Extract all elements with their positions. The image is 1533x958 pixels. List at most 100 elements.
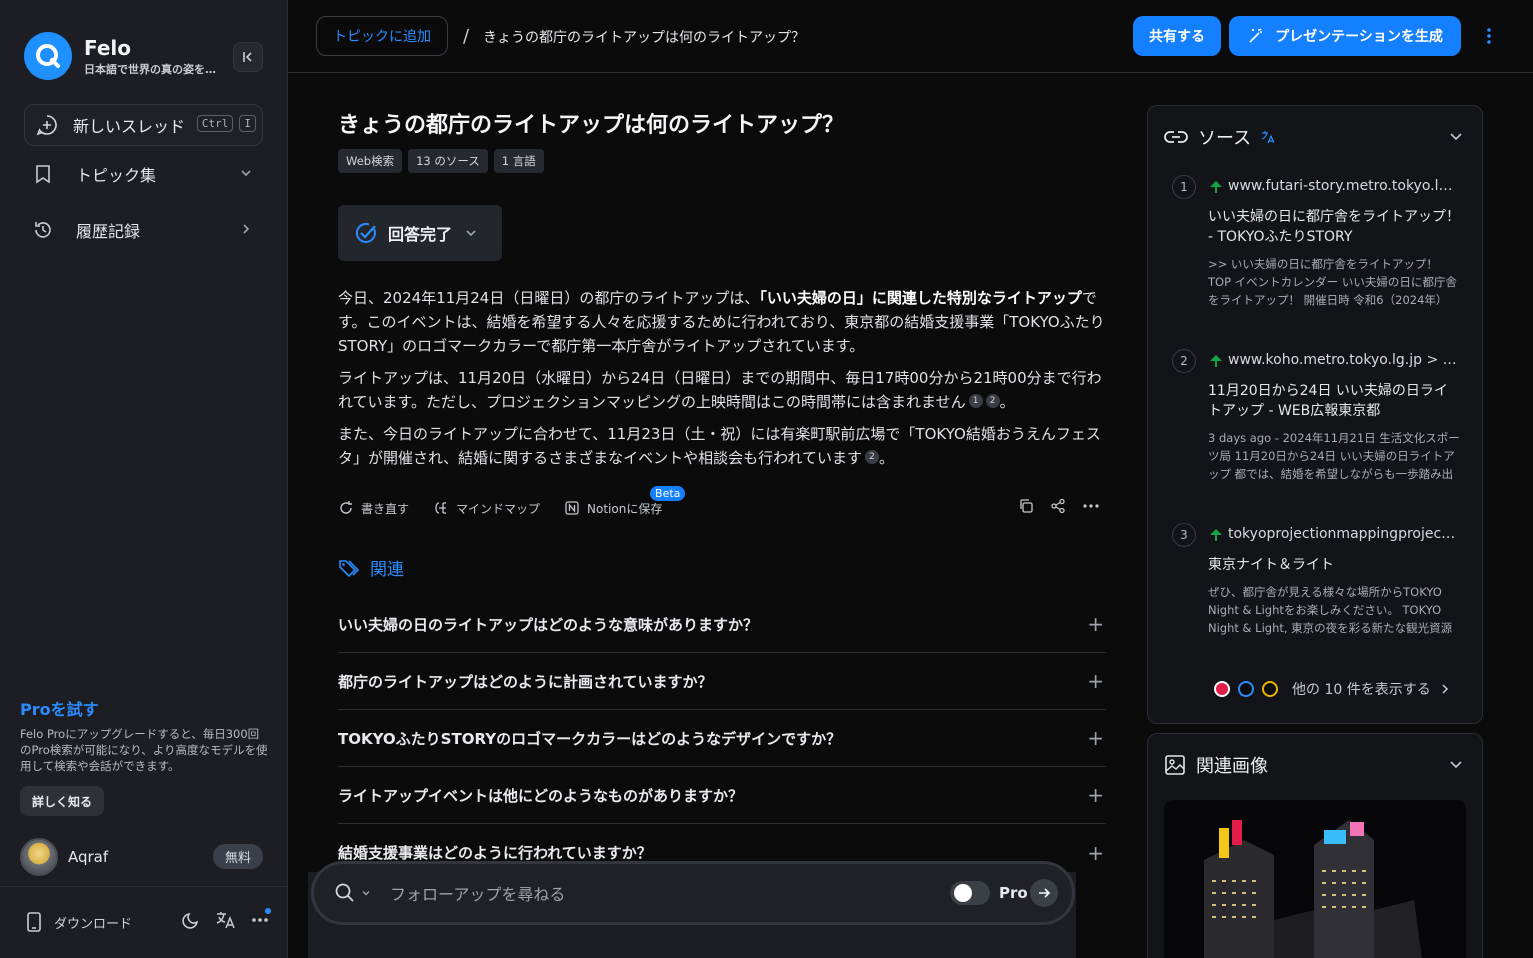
related-image-tokyo-city-hall[interactable]	[1164, 800, 1466, 958]
sidebar-item-history[interactable]: 履歴記録	[24, 210, 263, 250]
brand[interactable]: Felo 日本語で世界の真の姿を発見	[24, 32, 224, 80]
brand-name: Felo	[84, 36, 132, 60]
history-icon	[35, 222, 51, 238]
favicon-icon	[1262, 681, 1278, 697]
bookmark-icon	[36, 165, 50, 184]
tag-web-search: Web検索	[338, 149, 403, 173]
images-heading: 関連画像	[1164, 752, 1268, 778]
brand-tagline: 日本語で世界の真の姿を発見	[84, 63, 224, 76]
collapse-icon	[243, 52, 252, 62]
save-to-notion-button[interactable]: Notionに保存 Beta	[564, 485, 686, 517]
pro-promo-description: Felo Proにアップグレードすると、毎日300回のPro検索が可能になり、よ…	[20, 727, 268, 773]
mindmap-button[interactable]: マインドマップ	[433, 500, 540, 517]
send-button[interactable]	[1030, 879, 1058, 907]
sidebar-footer: ダウンロード	[24, 906, 271, 938]
pro-toggle[interactable]	[950, 881, 990, 905]
tag-language-count: 1 言語	[493, 149, 544, 173]
more-options-button[interactable]	[251, 908, 271, 930]
copy-icon[interactable]	[1018, 498, 1034, 514]
more-horizontal-icon[interactable]	[1082, 498, 1100, 514]
related-heading: 関連	[338, 555, 404, 580]
answer-paragraph: 今日、2024年11月24日（日曜日）の都庁のライトアップは、「いい夫婦の日」に…	[338, 289, 1105, 355]
download-link[interactable]: ダウンロード	[54, 913, 132, 932]
answer-paragraph: ライトアップは、11月20日（水曜日）から24日（日曜日）までの期間中、毎日17…	[338, 369, 1102, 411]
chevron-down-icon[interactable]	[1448, 128, 1464, 144]
share-icon[interactable]	[1050, 498, 1066, 514]
related-question[interactable]: ライトアップイベントは他にどのようなものがありますか？ +	[338, 767, 1106, 824]
citation-badge[interactable]: 2	[985, 394, 1000, 408]
chevron-down-icon[interactable]	[360, 887, 372, 899]
related-question[interactable]: 都庁のライトアップはどのように計画されていますか？ +	[338, 653, 1106, 710]
new-chat-icon	[36, 115, 57, 136]
answer-status-label: 回答完了	[388, 225, 453, 244]
plus-icon: +	[1087, 783, 1104, 807]
show-more-sources-button[interactable]: 他の 10 件を表示する	[1214, 679, 1451, 699]
chevron-down-icon[interactable]	[1448, 756, 1464, 772]
rewrite-button[interactable]: 書き直す	[338, 500, 409, 517]
plus-icon: +	[1087, 669, 1104, 693]
source-url: www.futari-story.metro.tokyo.lg.jp	[1228, 178, 1460, 194]
source-snippet: >> いい夫婦の日に都庁舎をライトアップ！ TOP イベントカレンダー いい夫婦…	[1208, 257, 1457, 307]
share-button[interactable]: 共有する	[1133, 16, 1221, 56]
plus-icon: +	[1087, 612, 1104, 636]
new-thread-button[interactable]: 新しいスレッド Ctrl I	[24, 104, 263, 146]
sources-panel: ソース 1 www.futari-story.metro.tokyo.lg.jp…	[1147, 105, 1483, 724]
answer-highlight: 「いい夫婦の日」に関連した特別なライトアップ	[759, 289, 1082, 307]
sidebar-item-label: トピック集	[76, 166, 157, 185]
tag-icon	[339, 559, 360, 577]
building-night-image	[1164, 800, 1466, 958]
favicon-icon	[1238, 681, 1254, 697]
shortcut-key-ctrl: Ctrl	[196, 115, 234, 132]
avatar	[20, 838, 58, 876]
answer-actions: 書き直す マインドマップ Notionに保存 Beta	[338, 485, 1106, 520]
mindmap-icon	[435, 502, 447, 514]
add-to-topic-button[interactable]: トピックに追加	[316, 16, 448, 56]
source-title: いい夫婦の日に都庁舎をライトアップ！ - TOKYOふたりSTORY	[1208, 209, 1460, 245]
translate-icon[interactable]	[1261, 130, 1275, 144]
related-question[interactable]: いい夫婦の日のライトアップはどのような意味がありますか？ +	[338, 596, 1106, 653]
dark-mode-icon[interactable]	[181, 910, 201, 930]
pro-toggle-label: Pro	[999, 884, 1028, 902]
beta-badge: Beta	[650, 485, 686, 501]
source-title: 11月20日から24日 いい夫婦の日ライトアップ - WEB広報東京都	[1208, 383, 1448, 419]
collapse-sidebar-button[interactable]	[233, 42, 263, 72]
source-snippet: 3 days ago - 2024年11月21日 生活文化スポーツ局 11月20…	[1208, 431, 1460, 481]
answer-area: きょうの都庁のライトアップは何のライトアップ？ Web検索 13 のソース 1 …	[338, 73, 1108, 958]
toggle-knob	[954, 884, 972, 902]
sidebar-item-topics[interactable]: トピック集	[24, 154, 263, 194]
source-url: tokyoprojectionmappingproject.jp	[1228, 526, 1460, 542]
answer-tags: Web検索 13 のソース 1 言語	[338, 149, 544, 173]
answer-status-toggle[interactable]: 回答完了	[338, 205, 502, 261]
user-name: Aqraf	[68, 848, 109, 866]
citation-badge[interactable]: 2	[864, 450, 879, 464]
learn-more-button[interactable]: 詳しく知る	[20, 786, 105, 816]
breadcrumb-separator: /	[463, 26, 470, 47]
new-thread-label: 新しいスレッド	[73, 117, 186, 136]
related-question[interactable]: TOKYOふたりSTORYのロゴマークカラーはどのようなデザインですか？ +	[338, 710, 1106, 767]
language-icon[interactable]	[215, 910, 237, 930]
followup-input-bar[interactable]: フォローアップを尋ねる Pro	[311, 861, 1075, 925]
plus-icon: +	[1087, 840, 1104, 865]
citation-badge[interactable]: 1	[968, 394, 983, 408]
source-snippet: ぜひ、都庁舎が見える様々な場所からTOKYO Night & Lightをお楽し…	[1208, 585, 1453, 635]
source-url: www.koho.metro.tokyo.lg.jp > diary	[1228, 352, 1460, 368]
magic-wand-icon	[1249, 28, 1263, 43]
plan-badge[interactable]: 無料	[212, 844, 263, 869]
top-bar: トピックに追加 / きょうの都庁のライトアップは何のライトアップ？ 共有する プ…	[288, 0, 1533, 73]
tag-source-count: 13 のソース	[408, 149, 488, 173]
sources-heading: ソース	[1164, 124, 1275, 150]
pro-promo-title[interactable]: Proを試す	[20, 696, 99, 720]
chevron-right-icon	[243, 224, 250, 234]
more-vertical-icon[interactable]	[1480, 26, 1498, 46]
answer-body: 今日、2024年11月24日（日曜日）の都庁のライトアップは、「いい夫婦の日」に…	[338, 286, 1106, 478]
followup-input[interactable]: フォローアップを尋ねる	[390, 881, 565, 905]
generate-presentation-button[interactable]: プレゼンテーションを生成	[1229, 16, 1461, 56]
shortcut-key-i: I	[239, 115, 256, 132]
source-title: 東京ナイト＆ライト	[1208, 557, 1334, 573]
chevron-down-icon	[241, 170, 251, 177]
answer-paragraph: また、今日のライトアップに合わせて、11月23日（土・祝）には有楽町駅前広場で「…	[338, 425, 1101, 467]
user-profile[interactable]: Aqraf 無料	[20, 838, 263, 876]
source-number: 3	[1172, 523, 1196, 547]
related-questions: いい夫婦の日のライトアップはどのような意味がありますか？ + 都庁のライトアップは…	[338, 596, 1106, 881]
search-icon[interactable]	[334, 882, 356, 904]
